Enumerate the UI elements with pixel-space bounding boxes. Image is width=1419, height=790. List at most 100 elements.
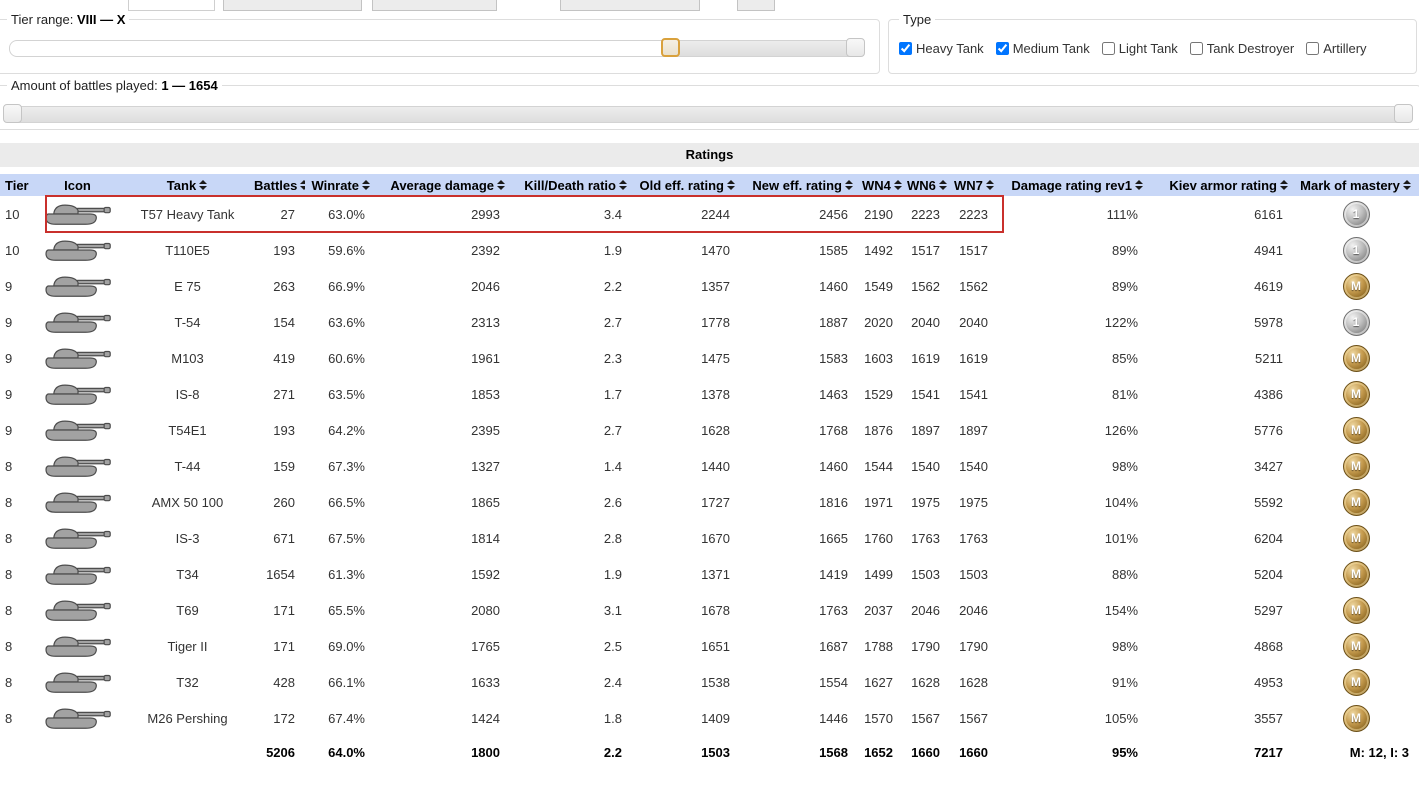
table-row[interactable]: 8 T69 171 65.5% 2080 3.1 1678 1763 2037 2046 2046… bbox=[0, 592, 1419, 628]
cell-mastery: M bbox=[1293, 268, 1419, 304]
column-header-icon: Icon bbox=[30, 174, 125, 196]
cell-tank: E 75 bbox=[174, 278, 201, 294]
cell-tank: T69 bbox=[176, 602, 199, 618]
battles-slider[interactable] bbox=[3, 104, 1413, 123]
type-option-heavy-tank[interactable]: Heavy Tank bbox=[899, 41, 984, 56]
battles-slider-handle-min[interactable] bbox=[3, 104, 22, 123]
tab-stub-active[interactable] bbox=[128, 0, 215, 11]
cell-tier: 9 bbox=[5, 314, 13, 330]
column-header-avg_damage[interactable]: Average damage bbox=[375, 174, 510, 196]
column-header-kd[interactable]: Kill/Death ratio bbox=[510, 174, 632, 196]
table-row[interactable]: 8 T32 428 66.1% 1633 2.4 1538 1554 1627 1628 1628… bbox=[0, 664, 1419, 700]
cell-winrate: 69.0% bbox=[328, 638, 365, 654]
table-row[interactable]: 9 T-54 154 63.6% 2313 2.7 1778 1887 2020 2040 204… bbox=[0, 304, 1419, 340]
cell-old_eff: 1628 bbox=[701, 422, 730, 438]
column-header-mastery[interactable]: Mark of mastery bbox=[1293, 174, 1419, 196]
cell-damage_rev1: 88% bbox=[1111, 566, 1138, 582]
cell-avg_damage: 2993 bbox=[471, 206, 500, 222]
column-header-wn6[interactable]: WN6 bbox=[903, 174, 950, 196]
cell-winrate: 61.3% bbox=[328, 566, 365, 582]
mastery-badge-m: M bbox=[1342, 380, 1370, 408]
cell-new_eff: 1816 bbox=[819, 494, 848, 510]
sort-icon bbox=[300, 180, 305, 190]
table-row[interactable]: 9 M103 419 60.6% 1961 2.3 1475 1583 1603 1619 161… bbox=[0, 340, 1419, 376]
cell-kd: 3.4 bbox=[603, 206, 622, 222]
tab-stub[interactable] bbox=[223, 0, 362, 11]
table-row[interactable]: 8 AMX 50 100 260 66.5% 1865 2.6 1727 1816 1971 1… bbox=[0, 484, 1419, 520]
column-header-tier[interactable]: Tier bbox=[0, 174, 30, 196]
cell-battles: 159 bbox=[273, 458, 295, 474]
cell-wn7: 1628 bbox=[959, 674, 988, 690]
cell-new_eff: 1419 bbox=[819, 566, 848, 582]
cell-icon bbox=[30, 232, 125, 268]
column-header-old_eff[interactable]: Old eff. rating bbox=[632, 174, 740, 196]
sort-icon bbox=[727, 180, 736, 190]
type-option-artillery[interactable]: Artillery bbox=[1306, 41, 1367, 56]
mastery-badge-m: M bbox=[1342, 452, 1370, 480]
table-row[interactable]: 10 T57 Heavy Tank 27 63.0% 2993 3.4 2244 2456 2… bbox=[0, 196, 1419, 232]
type-label: Tank Destroyer bbox=[1206, 41, 1295, 56]
cell-damage_rev1: 104% bbox=[1104, 494, 1138, 510]
cell-old_eff: 1371 bbox=[701, 566, 730, 582]
column-header-battles[interactable]: Battles bbox=[250, 174, 305, 196]
cell-avg_damage: 1424 bbox=[471, 710, 500, 726]
cell-kiev: 3427 bbox=[1254, 458, 1283, 474]
cell-icon bbox=[30, 592, 125, 628]
type-checkbox[interactable] bbox=[899, 42, 912, 55]
cell-battles: 1654 bbox=[266, 566, 295, 582]
cell-kd: 1.8 bbox=[603, 710, 622, 726]
table-row[interactable]: 10 T110E5 193 59.6% 2392 1.9 1470 1585 1492 1517… bbox=[0, 232, 1419, 268]
table-row[interactable]: 8 Tiger II 171 69.0% 1765 2.5 1651 1687 1788 179… bbox=[0, 628, 1419, 664]
cell-kiev: 5978 bbox=[1254, 314, 1283, 330]
cell-kd: 2.5 bbox=[603, 638, 622, 654]
table-row[interactable]: 8 T34 1654 61.3% 1592 1.9 1371 1419 1499 1503 150… bbox=[0, 556, 1419, 592]
cell-avg_damage: 1765 bbox=[471, 638, 500, 654]
cell-kiev: 4941 bbox=[1254, 242, 1283, 258]
tab-stub[interactable] bbox=[372, 0, 497, 11]
type-checkbox[interactable] bbox=[995, 42, 1009, 55]
type-checkbox[interactable] bbox=[1101, 42, 1115, 55]
sort-icon bbox=[199, 180, 208, 190]
tier-slider-handle-max[interactable] bbox=[846, 38, 865, 57]
column-header-wn7[interactable]: WN7 bbox=[950, 174, 998, 196]
tab-stub[interactable] bbox=[560, 0, 700, 11]
table-row[interactable]: 8 IS-3 671 67.5% 1814 2.8 1670 1665 1760 1763 176… bbox=[0, 520, 1419, 556]
table-title: Ratings bbox=[0, 143, 1419, 167]
type-option-tank-destroyer[interactable]: Tank Destroyer bbox=[1189, 41, 1295, 56]
cell-icon bbox=[30, 448, 125, 484]
type-option-light-tank[interactable]: Light Tank bbox=[1101, 41, 1178, 56]
cell-icon bbox=[30, 664, 125, 700]
table-row[interactable]: 8 M26 Pershing 172 67.4% 1424 1.8 1409 1446 157… bbox=[0, 700, 1419, 736]
cell-kd: 2.2 bbox=[603, 745, 622, 760]
battles-slider-handle-max[interactable] bbox=[1394, 104, 1413, 123]
tier-range-value: VIII — X bbox=[77, 12, 126, 27]
cell-wn6: 1540 bbox=[911, 458, 940, 474]
table-row[interactable]: 9 T54E1 193 64.2% 2395 2.7 1628 1768 1876 1897 18… bbox=[0, 412, 1419, 448]
table-row[interactable]: 9 E 75 263 66.9% 2046 2.2 1357 1460 1549 1562 156… bbox=[0, 268, 1419, 304]
type-option-medium-tank[interactable]: Medium Tank bbox=[995, 41, 1090, 56]
cell-winrate: 60.6% bbox=[328, 350, 365, 366]
column-header-damage_rev1[interactable]: Damage rating rev1 bbox=[998, 174, 1148, 196]
cell-avg_damage: 1865 bbox=[471, 494, 500, 510]
column-header-tank[interactable]: Tank bbox=[125, 174, 250, 196]
cell-winrate: 63.6% bbox=[328, 314, 365, 330]
column-header-new_eff[interactable]: New eff. rating bbox=[740, 174, 858, 196]
tier-range-slider[interactable] bbox=[9, 38, 865, 57]
cell-damage_rev1: 105% bbox=[1104, 710, 1138, 726]
type-checkbox[interactable] bbox=[1189, 42, 1203, 55]
column-header-wn4[interactable]: WN4 bbox=[858, 174, 903, 196]
type-checkbox[interactable] bbox=[1306, 42, 1320, 55]
tab-stub[interactable] bbox=[737, 0, 775, 11]
cell-mastery: M bbox=[1293, 484, 1419, 520]
table-row[interactable]: 9 IS-8 271 63.5% 1853 1.7 1378 1463 1529 1541 154… bbox=[0, 376, 1419, 412]
cell-old_eff: 1651 bbox=[701, 638, 730, 654]
cell-winrate: 67.4% bbox=[328, 710, 365, 726]
tier-slider-handle-min[interactable] bbox=[661, 38, 681, 57]
mastery-badge-m: M bbox=[1342, 560, 1370, 588]
cell-icon bbox=[30, 700, 125, 736]
cell-old_eff: 1727 bbox=[701, 494, 730, 510]
cell-tier bbox=[0, 736, 30, 769]
column-header-winrate[interactable]: Winrate bbox=[305, 174, 375, 196]
column-header-kiev[interactable]: Kiev armor rating bbox=[1148, 174, 1293, 196]
table-row[interactable]: 8 T-44 159 67.3% 1327 1.4 1440 1460 1544 1540 154… bbox=[0, 448, 1419, 484]
